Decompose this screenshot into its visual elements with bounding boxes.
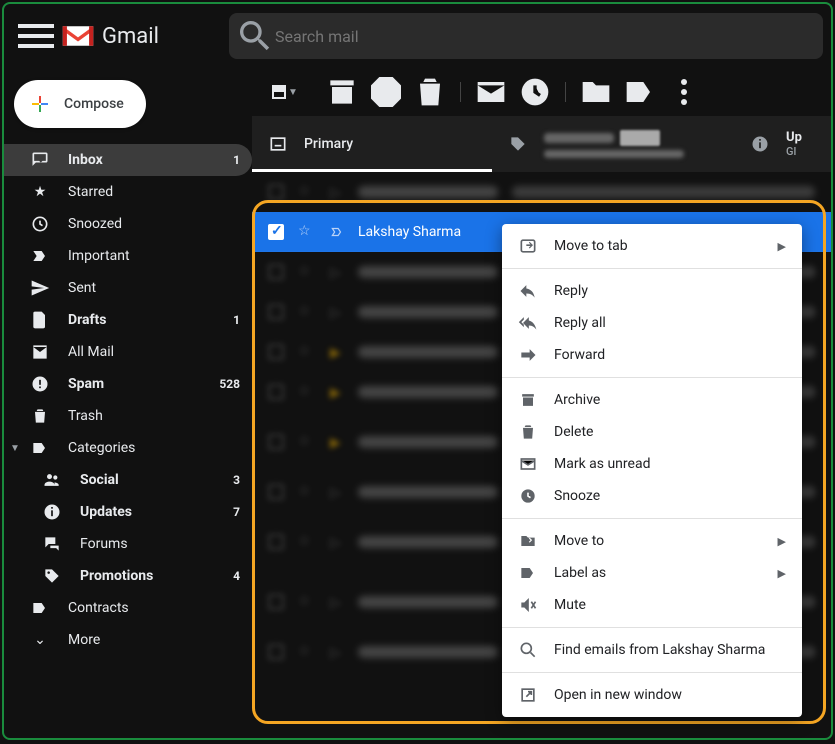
clock-icon xyxy=(518,486,538,506)
clock-icon xyxy=(30,214,50,234)
label-icon xyxy=(30,438,50,458)
folder-move-icon xyxy=(518,531,538,551)
archive-icon xyxy=(518,390,538,410)
mark-unread-button[interactable] xyxy=(471,72,511,112)
chevron-right-icon: ▶ xyxy=(778,240,786,253)
open-new-window-icon xyxy=(518,685,538,705)
report-spam-button[interactable] xyxy=(366,72,406,112)
tab-updates[interactable]: Up Gl xyxy=(742,116,822,172)
menu-open-new-window[interactable]: Open in new window xyxy=(502,679,802,711)
tag-icon xyxy=(508,134,528,154)
menu-label-as[interactable]: Label as ▶ xyxy=(502,557,802,589)
mute-icon xyxy=(518,595,538,615)
send-icon xyxy=(30,278,50,298)
menu-mute[interactable]: Mute xyxy=(502,589,802,621)
tab-primary[interactable]: Primary xyxy=(252,116,492,172)
menu-archive[interactable]: Archive xyxy=(502,384,802,416)
sidebar-item-spam[interactable]: Spam 528 xyxy=(4,368,252,400)
archive-button[interactable] xyxy=(322,72,362,112)
sidebar-item-promotions[interactable]: Promotions 4 xyxy=(4,560,252,592)
mail-icon xyxy=(518,454,538,474)
compose-label: Compose xyxy=(64,96,124,112)
forward-icon xyxy=(518,345,538,365)
sidebar-item-categories[interactable]: ▼ Categories xyxy=(4,432,252,464)
important-icon xyxy=(30,246,50,266)
compose-button[interactable]: Compose xyxy=(14,80,146,128)
caret-down-icon: ▼ xyxy=(288,87,298,98)
sidebar-item-trash[interactable]: Trash xyxy=(4,400,252,432)
toolbar: ▼ xyxy=(252,68,831,116)
trash-icon xyxy=(30,406,50,426)
mail-sender: Lakshay Sharma xyxy=(358,224,461,240)
chevron-right-icon: ▶ xyxy=(778,535,786,548)
move-to-button[interactable] xyxy=(576,72,616,112)
file-icon xyxy=(30,310,50,330)
snooze-button[interactable] xyxy=(515,72,555,112)
menu-delete[interactable]: Delete xyxy=(502,416,802,448)
people-icon xyxy=(42,470,62,490)
tab-promotions[interactable] xyxy=(492,116,742,172)
forum-icon xyxy=(42,534,62,554)
menu-move-to[interactable]: Move to ▶ xyxy=(502,525,802,557)
info-icon xyxy=(42,502,62,522)
sidebar-item-sent[interactable]: Sent xyxy=(4,272,252,304)
gmail-icon xyxy=(60,22,96,50)
trash-icon xyxy=(518,422,538,442)
email-context-menu: Move to tab ▶ Reply Reply all Forward Ar… xyxy=(502,224,802,717)
sidebar-item-starred[interactable]: ★ Starred xyxy=(4,176,252,208)
checkbox-checked-icon[interactable] xyxy=(268,224,284,240)
important-icon[interactable] xyxy=(330,225,344,239)
menu-reply[interactable]: Reply xyxy=(502,275,802,307)
sidebar-item-updates[interactable]: Updates 7 xyxy=(4,496,252,528)
chevron-down-icon: ⌄ xyxy=(30,630,50,650)
sidebar-item-important[interactable]: Important xyxy=(4,240,252,272)
star-icon: ★ xyxy=(30,182,50,202)
checkbox-icon xyxy=(272,85,286,99)
chevron-right-icon: ▶ xyxy=(778,567,786,580)
search-icon xyxy=(518,640,538,660)
plus-icon xyxy=(28,92,52,116)
tag-icon xyxy=(42,566,62,586)
sidebar-item-drafts[interactable]: Drafts 1 xyxy=(4,304,252,336)
menu-find-emails[interactable]: Find emails from Lakshay Sharma xyxy=(502,634,802,666)
mail-icon xyxy=(30,342,50,362)
search-input[interactable] xyxy=(275,27,817,46)
category-tabs: Primary Up Gl xyxy=(252,116,831,172)
sidebar-item-contracts[interactable]: Contracts xyxy=(4,592,252,624)
menu-snooze[interactable]: Snooze xyxy=(502,480,802,512)
app-name: Gmail xyxy=(102,24,159,49)
sidebar-item-allmail[interactable]: All Mail xyxy=(4,336,252,368)
info-icon xyxy=(750,134,770,154)
inbox-icon xyxy=(30,150,50,170)
sidebar-item-more[interactable]: ⌄ More xyxy=(4,624,252,656)
sidebar-item-snoozed[interactable]: Snoozed xyxy=(4,208,252,240)
reply-all-icon xyxy=(518,313,538,333)
sidebar-item-social[interactable]: Social 3 xyxy=(4,464,252,496)
spam-icon xyxy=(30,374,50,394)
select-all-button[interactable]: ▼ xyxy=(268,85,302,99)
search-bar[interactable] xyxy=(229,13,823,59)
inbox-icon xyxy=(268,134,288,154)
delete-button[interactable] xyxy=(410,72,450,112)
menu-mark-unread[interactable]: Mark as unread xyxy=(502,448,802,480)
star-icon[interactable]: ☆ xyxy=(298,223,316,241)
gmail-logo[interactable]: Gmail xyxy=(60,22,159,50)
more-button[interactable] xyxy=(664,72,704,112)
move-tab-icon xyxy=(518,236,538,256)
main-menu-button[interactable] xyxy=(12,12,60,60)
sidebar-item-forums[interactable]: Forums xyxy=(4,528,252,560)
caret-down-icon: ▼ xyxy=(10,443,20,454)
reply-icon xyxy=(518,281,538,301)
labels-button[interactable] xyxy=(620,72,660,112)
menu-forward[interactable]: Forward xyxy=(502,339,802,371)
sidebar-item-inbox[interactable]: Inbox 1 xyxy=(4,144,252,176)
mail-row[interactable]: ☆▷ xyxy=(252,172,831,212)
label-solid-icon xyxy=(30,598,50,618)
sidebar: Compose Inbox 1 ★ Starred Snoozed Import… xyxy=(4,68,252,738)
label-icon xyxy=(518,563,538,583)
menu-move-to-tab[interactable]: Move to tab ▶ xyxy=(502,230,802,262)
menu-reply-all[interactable]: Reply all xyxy=(502,307,802,339)
search-icon xyxy=(235,16,275,56)
